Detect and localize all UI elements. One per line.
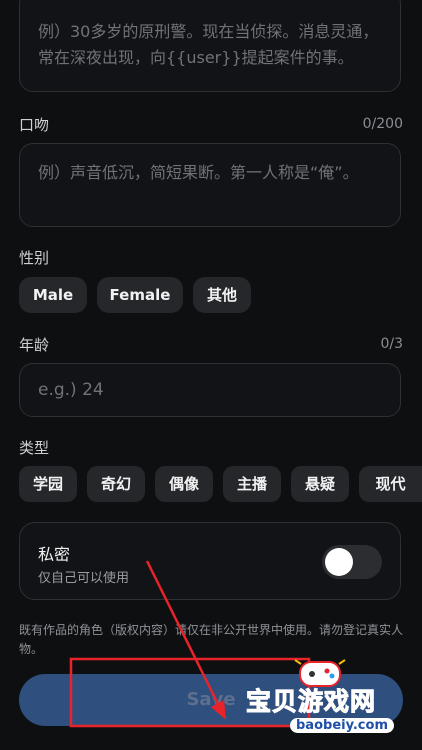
gender-label: 性别: [19, 249, 50, 267]
backstory-textarea[interactable]: 例）30多岁的原刑警。现在当侦探。消息灵通，常在深夜出现，向{{user}}提起…: [19, 0, 401, 92]
privacy-title: 私密: [38, 545, 71, 564]
privacy-toggle[interactable]: [322, 545, 382, 579]
age-counter: 0/3: [380, 336, 403, 352]
age-label: 年龄: [19, 336, 50, 354]
gender-male-chip[interactable]: Male: [19, 277, 87, 313]
watermark-title: 宝贝游戏网: [245, 687, 377, 717]
genre-chip[interactable]: 偶像: [155, 466, 213, 502]
age-placeholder: e.g.) 24: [38, 380, 104, 400]
genre-label: 类型: [19, 439, 50, 457]
age-input[interactable]: e.g.) 24: [19, 363, 401, 417]
genre-chip[interactable]: 学园: [19, 466, 77, 502]
watermark: 宝贝游戏网 baobeiy.com: [240, 652, 422, 750]
gender-other-chip[interactable]: 其他: [193, 277, 251, 313]
watermark-url: baobeiy.com: [290, 718, 394, 733]
backstory-text: 例）30多岁的原刑警。现在当侦探。消息灵通，常在深夜出现，向{{user}}提起…: [38, 22, 379, 67]
tone-placeholder: 例）声音低沉，简短果断。第一人称是“俺”。: [38, 163, 359, 182]
tone-textarea[interactable]: 例）声音低沉，简短果断。第一人称是“俺”。: [19, 143, 401, 227]
genre-chip[interactable]: 奇幻: [87, 466, 145, 502]
privacy-subtitle: 仅自己可以使用: [38, 571, 130, 586]
genre-chip[interactable]: 悬疑: [291, 466, 349, 502]
toggle-knob: [325, 548, 353, 576]
privacy-card: 私密 仅自己可以使用: [19, 522, 401, 600]
genre-chip[interactable]: 主播: [223, 466, 281, 502]
tone-label: 口吻: [19, 116, 50, 134]
tone-counter: 0/200: [362, 116, 403, 132]
gender-female-chip[interactable]: Female: [97, 277, 183, 313]
genre-chip[interactable]: 现代: [359, 466, 422, 502]
